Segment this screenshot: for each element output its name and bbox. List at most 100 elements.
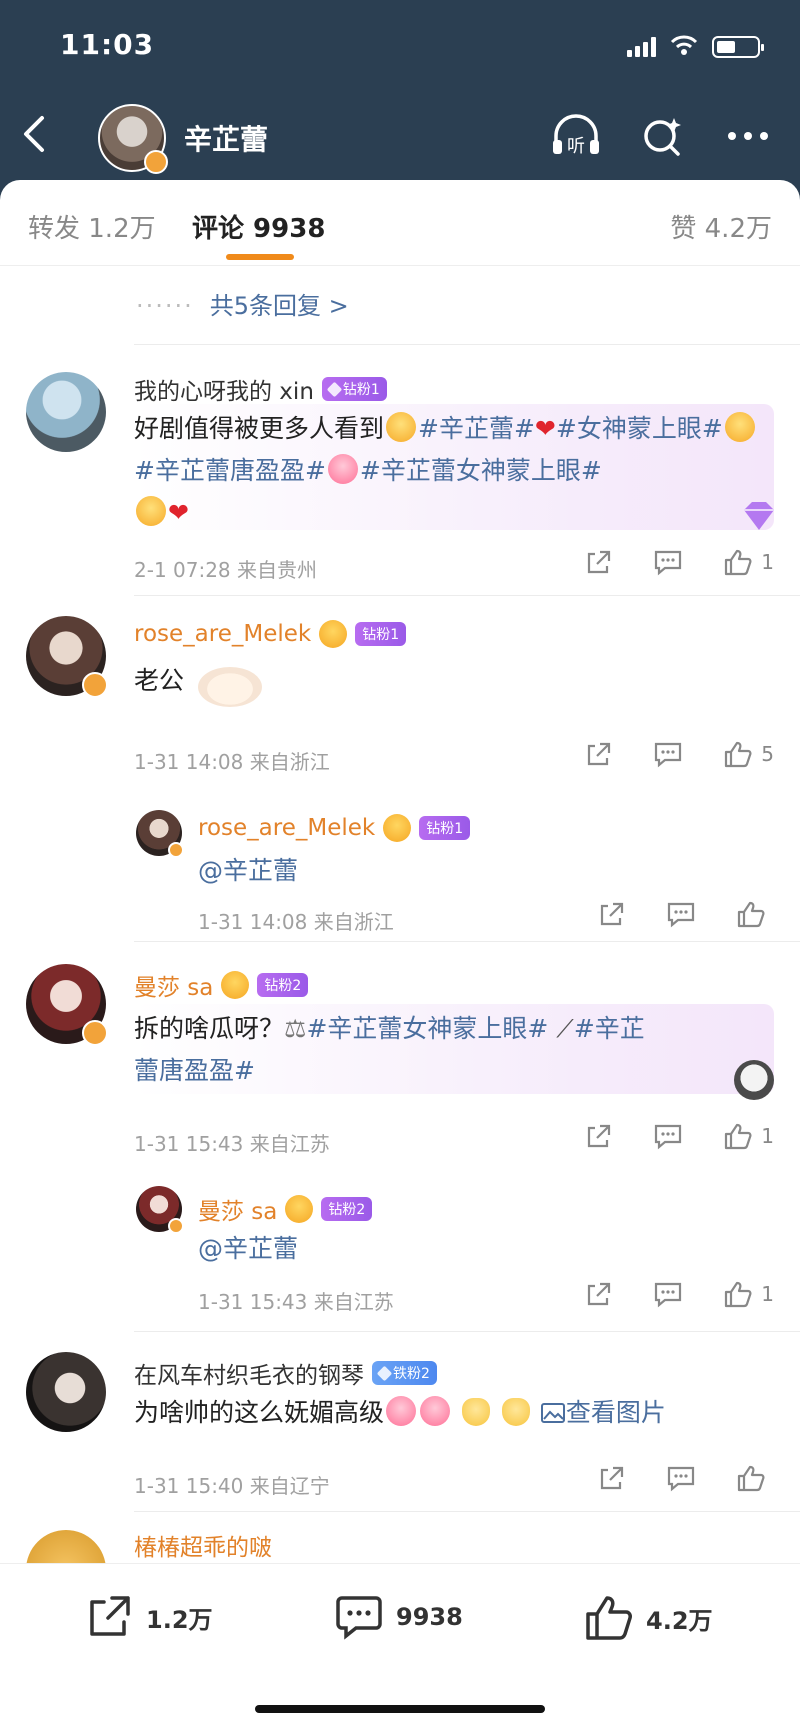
view-image-link[interactable]: 查看图片	[540, 1398, 666, 1427]
reply-username[interactable]: rose_are_Melek 钻粉1	[198, 814, 471, 842]
divider	[134, 344, 800, 345]
comment-username[interactable]: 在风车村织毛衣的钢琴 铁粉2	[134, 1356, 437, 1390]
badge-label: 钻粉1	[426, 821, 464, 837]
like-button[interactable]: 1	[723, 548, 774, 576]
share-button[interactable]	[585, 1280, 613, 1308]
topic-link[interactable]: #辛芷蕾女神蒙上眼#	[360, 456, 602, 485]
topic-link[interactable]: #辛芷蕾#	[418, 414, 535, 443]
sword-emoji-icon: ⟋	[556, 1014, 574, 1043]
like-button[interactable]: 5	[723, 740, 774, 768]
comment-item: 曼莎 sa 钻粉2 拆的啥瓜呀？⚖#辛芷蕾女神蒙上眼# ⟋#辛芷 蕾唐盈盈# 1-…	[0, 942, 800, 1332]
reply-button[interactable]	[653, 548, 683, 576]
repost-count: 1.2万	[146, 1605, 213, 1634]
more-icon[interactable]	[722, 110, 774, 162]
share-icon	[588, 550, 611, 574]
comment-actions: 1	[585, 1122, 774, 1150]
reply-avatar[interactable]	[136, 1186, 184, 1234]
comment-username[interactable]: 我的心呀我的 xin 钻粉1	[134, 372, 387, 406]
avatar[interactable]	[26, 1352, 106, 1432]
like-button[interactable]	[736, 1464, 774, 1492]
diamond-icon	[376, 1365, 393, 1381]
sticker-icon	[734, 1060, 774, 1100]
topic-link[interactable]: #辛芷	[574, 1014, 645, 1043]
reply-username[interactable]: 曼莎 sa 钻粉2	[198, 1192, 373, 1226]
status-bar: 11:03	[60, 28, 764, 68]
reply-mention[interactable]: @辛芷蕾	[198, 850, 774, 892]
avatar[interactable]	[26, 616, 108, 698]
avatar[interactable]	[26, 372, 106, 452]
thumbs-up-icon	[586, 1596, 632, 1640]
share-button[interactable]	[585, 740, 613, 768]
comment-text: 老公	[134, 660, 774, 707]
fan-badge: 钻粉1	[419, 816, 471, 840]
diamond-decoration-icon	[744, 502, 774, 530]
comment-item: rose_are_Melek 钻粉1 老公 1-31 14:08 来自浙江 5 …	[0, 596, 800, 942]
share-button[interactable]	[598, 900, 626, 928]
share-button[interactable]	[598, 1464, 626, 1492]
topic-link[interactable]: #辛芷蕾唐盈盈#	[134, 456, 326, 485]
comment-icon	[655, 742, 682, 768]
comment-text: 为啥帅的这么妩媚高级 查看图片	[134, 1392, 774, 1434]
reply-avatar[interactable]	[136, 810, 184, 858]
comment-username[interactable]: rose_are_Melek 钻粉1	[134, 620, 407, 648]
more-replies-label: 共5条回复 >	[209, 292, 349, 320]
like-count: 4.2万	[646, 1606, 713, 1635]
comments-card: 转发 1.2万 评论 9938 赞 4.2万 ······ 共5条回复 > 我的心…	[0, 180, 800, 1733]
comment-item: 在风车村织毛衣的钢琴 铁粉2 为啥帅的这么妩媚高级 查看图片 1-31 15:4…	[0, 1332, 800, 1512]
badge-label: 钻粉2	[328, 1202, 366, 1218]
avatar[interactable]	[26, 964, 108, 1046]
comment-button[interactable]: 9938	[334, 1594, 463, 1640]
comment-plain-text: 老公	[134, 666, 185, 695]
badge-label: 钻粉2	[264, 978, 302, 994]
topic-link[interactable]: #女神蒙上眼#	[556, 414, 723, 443]
username-text: rose_are_Melek	[134, 621, 312, 647]
comment-icon	[655, 1282, 682, 1308]
like-button[interactable]	[736, 900, 774, 928]
tab-repost[interactable]: 转发 1.2万	[28, 208, 156, 245]
heart-icon: ❤	[534, 414, 556, 443]
share-button[interactable]	[585, 548, 613, 576]
profile-avatar[interactable]	[98, 104, 168, 174]
share-icon	[600, 902, 624, 926]
tab-comments[interactable]: 评论 9938	[192, 208, 325, 245]
username-text: rose_are_Melek	[198, 815, 376, 841]
bottom-action-bar: 1.2万 9938 4.2万	[0, 1563, 800, 1733]
username-text: 椿椿超乖的啵	[134, 1535, 272, 1561]
status-time: 11:03	[60, 28, 155, 61]
thumbs-up-icon	[725, 741, 752, 768]
like-button[interactable]: 1	[723, 1122, 774, 1150]
reply-button[interactable]	[653, 1280, 683, 1308]
comment-username[interactable]: 椿椿超乖的啵	[134, 1528, 272, 1562]
share-icon	[588, 1282, 611, 1306]
duck-emoji	[501, 1398, 530, 1426]
topic-link[interactable]: 蕾唐盈盈#	[134, 1056, 255, 1085]
badge-label: 钻粉1	[362, 627, 400, 643]
comment-actions	[598, 1464, 774, 1492]
tab-likes[interactable]: 赞 4.2万	[670, 208, 772, 245]
like-button[interactable]: 4.2万	[584, 1594, 713, 1642]
like-count: 1	[761, 1282, 774, 1306]
more-replies-link[interactable]: ······ 共5条回复 >	[136, 286, 349, 321]
like-button[interactable]: 1	[723, 1280, 774, 1308]
repost-button[interactable]: 1.2万	[86, 1594, 213, 1640]
reply-button[interactable]	[653, 1122, 683, 1150]
reply-mention[interactable]: @辛芷蕾	[198, 1228, 774, 1270]
page-title[interactable]: 辛芷蕾	[184, 118, 268, 158]
reply-button[interactable]	[666, 900, 696, 928]
topic-link[interactable]: #辛芷蕾女神蒙上眼#	[306, 1014, 548, 1043]
fan-badge: 铁粉2	[372, 1361, 437, 1385]
comment-icon	[667, 902, 695, 928]
thumbs-up-icon	[725, 1123, 752, 1150]
reply-button[interactable]	[666, 1464, 696, 1492]
reply-button[interactable]	[653, 740, 683, 768]
back-icon[interactable]	[20, 112, 60, 162]
verified-icon	[82, 1020, 108, 1046]
reply-meta: 1-31 14:08 来自浙江	[198, 910, 394, 934]
share-button[interactable]	[585, 1122, 613, 1150]
comment-username[interactable]: 曼莎 sa 钻粉2	[134, 968, 309, 1002]
signal-icon	[627, 37, 656, 57]
comment-meta: 1-31 14:08 来自浙江	[134, 750, 330, 774]
duck-emoji	[461, 1398, 490, 1426]
listen-icon[interactable]: 听	[550, 110, 602, 162]
search-icon[interactable]	[636, 110, 688, 162]
